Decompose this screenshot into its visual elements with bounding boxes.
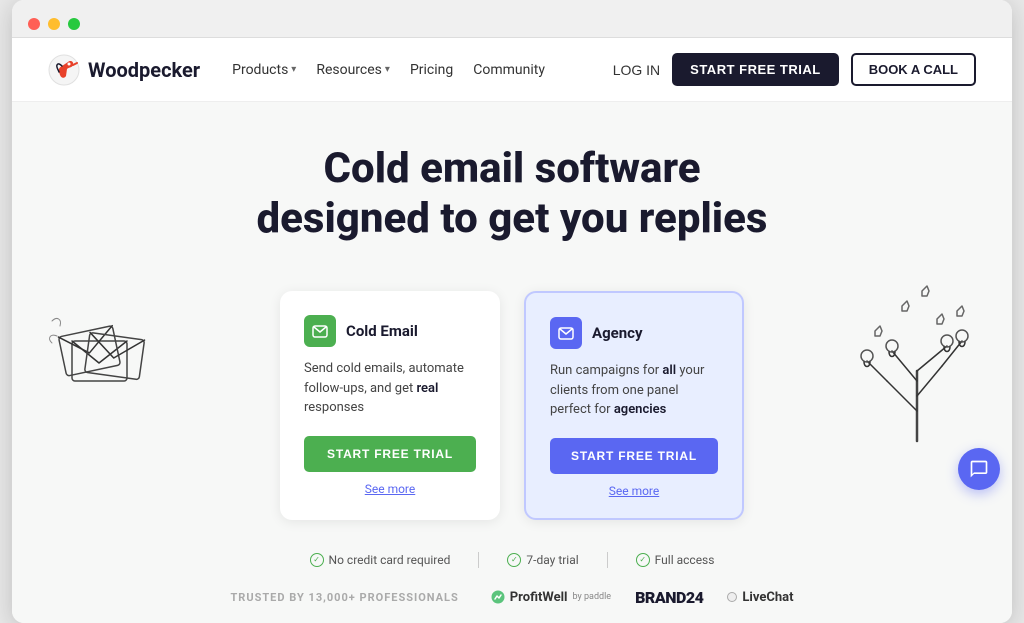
minimize-dot[interactable]: [48, 18, 60, 30]
agency-trial-button[interactable]: START FREE TRIAL: [550, 438, 718, 474]
check-icon: ✓: [507, 553, 521, 567]
nav-resources[interactable]: Resources ▾: [316, 62, 390, 78]
profitwell-logo: ProfitWell by paddle: [491, 590, 611, 605]
agency-desc: Run campaigns for all your clients from …: [550, 361, 718, 420]
agency-icon: [550, 317, 582, 349]
book-call-button[interactable]: BOOK A CALL: [851, 53, 976, 86]
agency-card-header: Agency: [550, 317, 718, 349]
cold-email-desc: Send cold emails, automate follow-ups, a…: [304, 359, 476, 418]
profitwell-icon: [491, 590, 505, 604]
page-content: Woodpecker Products ▾ Resources ▾ Pricin…: [12, 38, 1012, 623]
hero-section: Cold email software designed to get you …: [12, 102, 1012, 291]
deco-left-illustration: [42, 281, 172, 431]
nav-products[interactable]: Products ▾: [232, 62, 296, 78]
cold-email-icon: [304, 315, 336, 347]
logos-bar: TRUSTED BY 13,000+ PROFESSIONALS ProfitW…: [12, 582, 1012, 623]
browser-window: Woodpecker Products ▾ Resources ▾ Pricin…: [12, 0, 1012, 623]
logo[interactable]: Woodpecker: [48, 54, 200, 86]
nav-community[interactable]: Community: [473, 62, 545, 78]
trust-no-cc: ✓ No credit card required: [310, 553, 451, 567]
brand24-logo: BRAND24: [635, 588, 703, 607]
trusted-text: TRUSTED BY 13,000+ PROFESSIONALS: [230, 591, 458, 604]
livechat-logo: LiveChat: [727, 590, 793, 605]
hero-title: Cold email software designed to get you …: [162, 144, 862, 243]
nav-pricing[interactable]: Pricing: [410, 62, 453, 78]
agency-card: Agency Run campaigns for all your client…: [524, 291, 744, 520]
chat-bubble-button[interactable]: [958, 448, 1000, 490]
cold-email-title: Cold Email: [346, 322, 418, 340]
nav-right: LOG IN START FREE TRIAL BOOK A CALL: [613, 53, 976, 86]
browser-chrome: [12, 0, 1012, 38]
agency-title: Agency: [592, 324, 643, 342]
logo-text: Woodpecker: [88, 58, 200, 82]
maximize-dot[interactable]: [68, 18, 80, 30]
check-icon: ✓: [310, 553, 324, 567]
start-trial-nav-button[interactable]: START FREE TRIAL: [672, 53, 839, 86]
login-button[interactable]: LOG IN: [613, 62, 660, 78]
chat-icon: [969, 459, 989, 479]
cards-section: Cold Email Send cold emails, automate fo…: [12, 291, 1012, 540]
cold-email-trial-button[interactable]: START FREE TRIAL: [304, 436, 476, 472]
divider: [478, 552, 479, 568]
divider: [607, 552, 608, 568]
chevron-down-icon: ▾: [385, 64, 390, 75]
check-icon: ✓: [636, 553, 650, 567]
cold-email-card: Cold Email Send cold emails, automate fo…: [280, 291, 500, 520]
trust-full-access: ✓ Full access: [636, 553, 715, 567]
agency-see-more[interactable]: See more: [550, 484, 718, 498]
deco-right-illustration: [842, 271, 992, 451]
navbar: Woodpecker Products ▾ Resources ▾ Pricin…: [12, 38, 1012, 102]
trust-bar: ✓ No credit card required ✓ 7-day trial …: [12, 540, 1012, 582]
woodpecker-logo-icon: [48, 54, 80, 86]
nav-links: Products ▾ Resources ▾ Pricing Community: [232, 62, 581, 78]
trust-7day: ✓ 7-day trial: [507, 553, 578, 567]
close-dot[interactable]: [28, 18, 40, 30]
cold-email-card-header: Cold Email: [304, 315, 476, 347]
chevron-down-icon: ▾: [291, 64, 296, 75]
livechat-dot-icon: [727, 592, 737, 602]
cold-email-see-more[interactable]: See more: [304, 482, 476, 496]
